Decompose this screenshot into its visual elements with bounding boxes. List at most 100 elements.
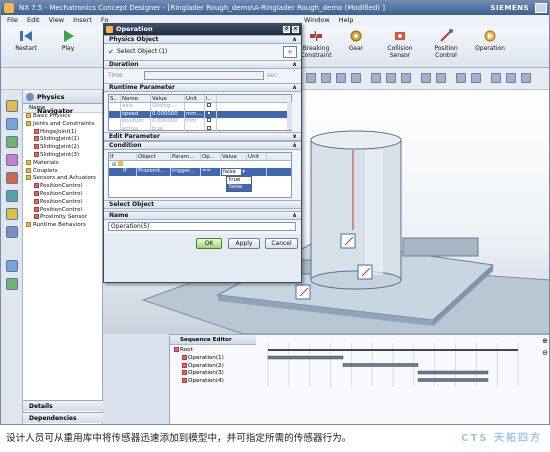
edit-parameter-section[interactable]: Edit Parameter ∨ <box>104 132 301 141</box>
joint-marker-icon[interactable] <box>340 233 356 249</box>
table-scrollbar[interactable] <box>287 102 292 130</box>
process-tab-icon[interactable] <box>6 278 18 290</box>
runtime-parameter-row[interactable]: speed 0.000000 mm... <box>109 110 291 118</box>
joint-marker-icon[interactable] <box>295 284 311 300</box>
operation-timeline-bar[interactable] <box>342 363 419 367</box>
collapse-chevron-icon[interactable]: ∧ <box>292 61 297 69</box>
operation-timeline-bar[interactable] <box>417 378 489 382</box>
menu-edit[interactable]: Edit <box>27 16 40 24</box>
duration-section[interactable]: Duration ∧ <box>104 60 301 69</box>
physics-object-section[interactable]: Physics Object ∧ <box>104 35 301 44</box>
parameter-value-cell[interactable]: Sliding... <box>151 103 185 111</box>
operation-timeline-bar[interactable] <box>267 355 344 360</box>
sequence-root-row[interactable]: Root <box>174 347 193 355</box>
assembly-navigator-tab-icon[interactable] <box>6 118 18 130</box>
roles-tab-icon[interactable] <box>6 172 18 184</box>
sequence-operation-row[interactable]: Operation(4) <box>182 377 224 386</box>
checkbox-icon[interactable] <box>34 214 39 220</box>
condition-value-select[interactable]: false ▾ <box>221 168 247 176</box>
runtime-parameter-row[interactable]: position 0.000000 mm <box>109 118 291 126</box>
checkbox-icon[interactable] <box>34 136 39 142</box>
reset-icon[interactable]: ↺ <box>283 26 290 33</box>
system-materials-tab-icon[interactable] <box>6 226 18 238</box>
toolbar-tool-icon[interactable] <box>491 73 501 83</box>
toolbar-tool-icon[interactable] <box>506 73 516 83</box>
navigator-tree-item[interactable]: PositionControl <box>23 198 102 207</box>
sequence-operation-row[interactable]: Operation(2) <box>182 362 224 371</box>
toolbar-tool-icon[interactable] <box>471 73 481 83</box>
apply-button[interactable]: Apply <box>228 238 260 249</box>
sequence-operation-row[interactable]: Operation(3) <box>182 370 224 378</box>
condition-table[interactable]: If Object Param... Op... Value Unit ⊟ If… <box>108 152 292 198</box>
navigator-tree-item[interactable]: Materials <box>23 159 102 168</box>
palette-tab-icon[interactable] <box>6 260 18 272</box>
runtime-parameter-section[interactable]: Runtime Parameter ∧ <box>104 83 301 92</box>
collapse-chevron-icon[interactable]: ∧ <box>292 142 297 150</box>
web-browser-tab-icon[interactable] <box>6 208 18 220</box>
toolbar-tool-icon[interactable] <box>436 73 446 83</box>
toolbar-tool-icon[interactable] <box>306 73 316 83</box>
menu-insert[interactable]: Insert <box>73 16 92 24</box>
menu-window[interactable]: Window <box>304 16 330 24</box>
checkbox-icon[interactable] <box>174 347 179 352</box>
zoom-out-icon[interactable]: ⊖ <box>542 349 548 357</box>
crosshair-select-icon[interactable]: ✛ <box>283 46 297 58</box>
navigator-tree-item[interactable]: SlidingJoint(3) <box>23 151 102 160</box>
checkbox-icon[interactable] <box>34 183 39 189</box>
navigator-tree-item[interactable]: Sensors and Actuators <box>23 175 102 183</box>
toolbar-tool-icon[interactable] <box>521 73 531 83</box>
navigator-tree-item[interactable]: Couplers <box>23 167 102 176</box>
joint-marker-icon[interactable] <box>357 264 373 280</box>
toolbar-tool-icon[interactable] <box>371 73 381 83</box>
parameter-value-cell[interactable]: 0.000000 <box>151 110 185 118</box>
checkbox-icon[interactable] <box>207 110 211 115</box>
zoom-in-icon[interactable]: ⊕ <box>542 337 548 345</box>
checkbox-icon[interactable] <box>34 206 39 212</box>
collapse-chevron-icon[interactable]: ∧ <box>292 36 297 44</box>
navigator-tree-item[interactable]: HingeJoint(1) <box>23 128 102 137</box>
toolbar-tool-icon[interactable] <box>401 73 411 83</box>
checkbox-icon[interactable] <box>182 362 187 368</box>
details-panel-header[interactable]: Details <box>23 400 103 411</box>
collision-sensor-button[interactable]: Collision Sensor <box>377 29 423 59</box>
collapse-chevron-icon[interactable]: ∧ <box>292 84 297 92</box>
window-control-button[interactable] <box>535 3 547 13</box>
row-select-cell[interactable] <box>109 103 121 111</box>
navigator-tree-item[interactable]: PositionControl <box>23 183 102 191</box>
reuse-library-tab-icon[interactable] <box>6 190 18 202</box>
operation-button[interactable]: Operation <box>467 29 513 52</box>
history-tab-icon[interactable] <box>6 154 18 166</box>
navigator-tree-item[interactable]: Proximity Sensor <box>23 214 102 222</box>
navigator-tree-item[interactable]: Runtime Behaviors <box>23 222 102 230</box>
dropdown-option-false[interactable]: false <box>227 184 251 191</box>
row-select-cell[interactable] <box>109 110 121 118</box>
navigator-tree-item[interactable]: Joints and Constraints <box>23 120 102 129</box>
menu-view[interactable]: View <box>49 16 64 24</box>
condition-section[interactable]: Condition ∧ <box>104 141 301 150</box>
cancel-button[interactable]: Cancel <box>265 238 298 249</box>
dependencies-panel-header[interactable]: Dependencies <box>23 412 103 423</box>
parameter-include-cell[interactable] <box>205 110 217 118</box>
toolbar-tool-icon[interactable] <box>321 73 331 83</box>
parameter-include-cell[interactable] <box>205 118 217 126</box>
navigator-tree-item[interactable]: PositionControl <box>23 190 102 199</box>
close-icon[interactable]: × <box>292 26 299 33</box>
select-object-row[interactable]: ✔ Select Object (1) ✛ <box>104 44 301 60</box>
toolbar-tool-icon[interactable] <box>386 73 396 83</box>
time-field[interactable] <box>144 71 264 80</box>
checkbox-icon[interactable] <box>182 370 187 375</box>
checkbox-icon[interactable] <box>207 125 211 130</box>
restart-button[interactable]: Restart <box>3 29 49 52</box>
navigator-tree-item[interactable]: Basic Physics <box>23 113 102 121</box>
navigator-tree-item[interactable]: SlidingJoint(1) <box>23 136 102 144</box>
dropdown-arrow-icon[interactable]: ▾ <box>241 169 246 175</box>
runtime-parameter-table[interactable]: S.. Name Value Unit I.. axis Sliding... sp… <box>108 94 292 133</box>
row-select-cell[interactable] <box>109 118 121 126</box>
toolbar-tool-icon[interactable] <box>336 73 346 83</box>
position-control-button[interactable]: Position Control <box>423 29 469 59</box>
checkbox-icon[interactable] <box>34 198 39 204</box>
expand-chevron-icon[interactable]: ∨ <box>292 133 297 141</box>
checkbox-icon[interactable] <box>34 128 39 134</box>
checkbox-icon[interactable] <box>34 144 39 150</box>
menu-help[interactable]: Help <box>339 16 354 24</box>
